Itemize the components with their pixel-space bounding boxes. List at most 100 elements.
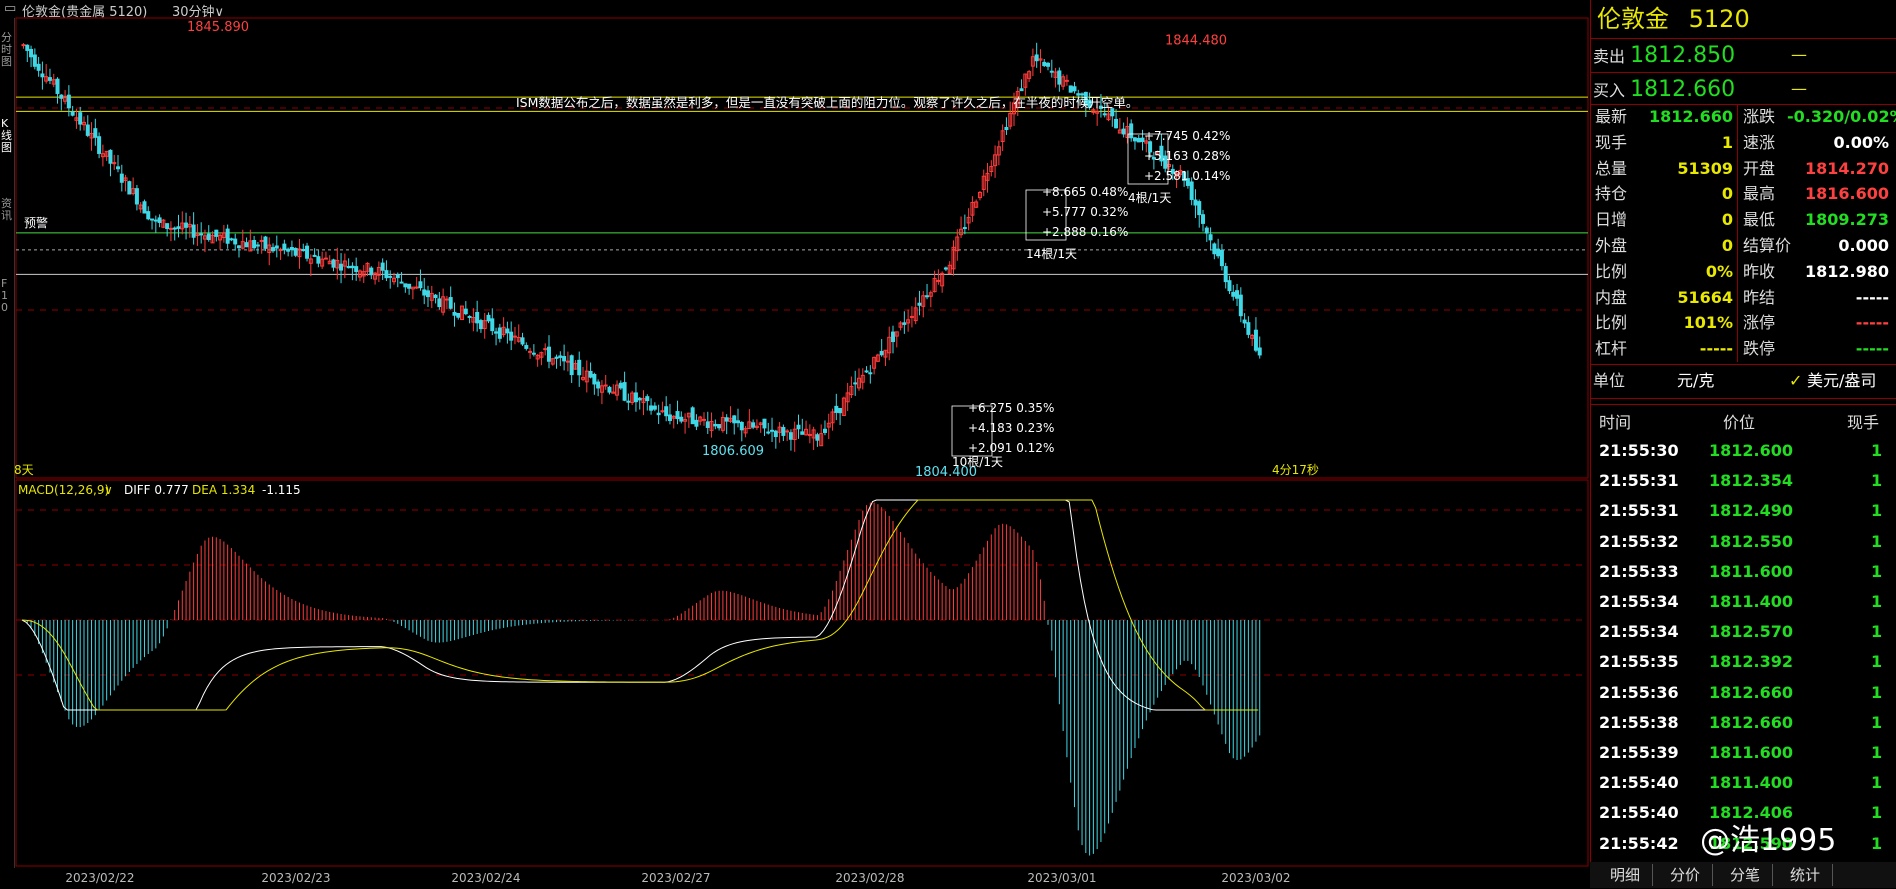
macd-value-label: -1.115 bbox=[262, 483, 301, 497]
tab-trades[interactable]: 分笔 bbox=[1718, 864, 1773, 886]
tick-row[interactable]: 21:55:32 1812.550 1 bbox=[1591, 527, 1896, 557]
measure-bars-label: 14根/1天 bbox=[1026, 247, 1077, 261]
candle-body bbox=[206, 233, 211, 240]
candle-body bbox=[70, 111, 75, 116]
candle-body bbox=[512, 335, 517, 338]
watermark-text: @浩1995 bbox=[1700, 823, 1837, 858]
tick-price: 1812.490 bbox=[1709, 501, 1794, 521]
candle-body bbox=[902, 322, 907, 325]
candle-body bbox=[407, 283, 412, 289]
stat-label: 现手 bbox=[1595, 132, 1628, 152]
candle-body bbox=[766, 431, 771, 434]
tick-row[interactable]: 21:55:35 1812.392 1 bbox=[1591, 647, 1896, 677]
candle-body bbox=[146, 211, 151, 220]
stat-label: 昨收 bbox=[1743, 261, 1776, 281]
candle-body bbox=[1121, 128, 1126, 135]
candle-body bbox=[25, 44, 30, 51]
candle-body bbox=[274, 245, 279, 249]
candle-body bbox=[1223, 266, 1228, 283]
stat-label: 内盘 bbox=[1595, 287, 1628, 307]
tick-row[interactable]: 21:55:30 1812.600 1 bbox=[1591, 436, 1896, 466]
unit-label: 单位 bbox=[1593, 371, 1626, 390]
candle-body bbox=[531, 352, 536, 355]
candle-body bbox=[255, 244, 260, 247]
candle-body bbox=[879, 350, 884, 356]
stat-value: 51309 bbox=[1677, 158, 1733, 178]
candle-body bbox=[191, 224, 196, 238]
tab-price-distribution[interactable]: 分价 bbox=[1658, 864, 1713, 886]
tick-row[interactable]: 21:55:31 1812.354 1 bbox=[1591, 466, 1896, 496]
candle-body bbox=[157, 217, 162, 223]
check-icon: ✓ bbox=[1789, 371, 1803, 390]
candle-body bbox=[558, 355, 563, 358]
candle-body bbox=[838, 407, 843, 414]
measure-value: +4.183 0.23% bbox=[968, 421, 1054, 435]
chart-annotation: ISM数据公布之后，数据虽然是利多，但是一直没有突破上面的阻力位。观察了许久之后… bbox=[516, 95, 1138, 110]
stat-label: 涨停 bbox=[1743, 313, 1776, 333]
candle-body bbox=[116, 166, 121, 170]
candle-body bbox=[448, 297, 453, 309]
candle-body bbox=[1197, 201, 1202, 216]
unit-alt-option[interactable]: 美元/盎司 bbox=[1807, 370, 1876, 392]
candle-body bbox=[1042, 61, 1047, 67]
candle-body bbox=[225, 228, 230, 244]
stat-label: 涨跌 bbox=[1743, 107, 1776, 126]
stat-value: ----- bbox=[1699, 339, 1733, 359]
candle-body bbox=[323, 257, 328, 260]
macd-panel bbox=[21, 499, 1261, 856]
macd-dea-line bbox=[21, 499, 1259, 711]
macd-diff-label: DIFF 0.777 bbox=[124, 483, 189, 497]
quote-panel: 伦敦金 5120 卖出 1812.850 — 买入 1812.660 — 最新 … bbox=[1590, 0, 1896, 888]
candle-body bbox=[781, 427, 786, 436]
stat-label: 最低 bbox=[1743, 210, 1776, 230]
candle-body bbox=[607, 386, 612, 393]
tick-row[interactable]: 21:55:40 1811.400 1 bbox=[1591, 768, 1896, 798]
tick-row[interactable]: 21:55:34 1812.570 1 bbox=[1591, 617, 1896, 647]
candle-body bbox=[815, 434, 820, 441]
candle-body bbox=[509, 331, 514, 341]
instrument-name: 伦敦金 bbox=[1597, 5, 1669, 33]
tick-row[interactable]: 21:55:34 1811.400 1 bbox=[1591, 587, 1896, 617]
candle-body bbox=[289, 247, 294, 251]
stat-label: 比例 bbox=[1595, 313, 1628, 333]
tick-row[interactable]: 21:55:38 1812.660 1 bbox=[1591, 708, 1896, 738]
x-tick-label: 2023/03/01 bbox=[1027, 871, 1096, 885]
tick-volume: 1 bbox=[1871, 803, 1883, 823]
stat-label: 开盘 bbox=[1743, 158, 1776, 178]
tick-time: 21:55:33 bbox=[1599, 561, 1679, 581]
candle-body bbox=[925, 295, 930, 298]
tick-price: 1811.600 bbox=[1709, 561, 1794, 581]
candle-body bbox=[93, 128, 98, 138]
ticks-header-time: 时间 bbox=[1599, 413, 1632, 432]
tab-detail[interactable]: 明细 bbox=[1598, 864, 1653, 886]
candle-body bbox=[244, 242, 249, 248]
candle-body bbox=[437, 298, 442, 308]
stat-value: 1809.273 bbox=[1804, 210, 1889, 230]
candle-body bbox=[788, 432, 793, 440]
tick-row[interactable]: 21:55:33 1811.600 1 bbox=[1591, 557, 1896, 587]
x-tick-label: 2023/02/24 bbox=[451, 871, 520, 885]
candle-body bbox=[259, 239, 264, 242]
candle-body bbox=[316, 256, 321, 264]
tab-statistics[interactable]: 统计 bbox=[1778, 864, 1833, 886]
candle-body bbox=[596, 381, 601, 389]
tick-row[interactable]: 21:55:31 1812.490 1 bbox=[1591, 496, 1896, 526]
candle-body bbox=[868, 372, 873, 375]
ask-price: 1812.850 bbox=[1630, 43, 1736, 68]
tick-row[interactable]: 21:55:39 1811.600 1 bbox=[1591, 738, 1896, 768]
candle-body bbox=[694, 419, 699, 427]
tick-price: 1812.550 bbox=[1709, 531, 1794, 551]
stat-label: 外盘 bbox=[1595, 236, 1628, 255]
candle-body bbox=[1204, 227, 1209, 234]
unit-value[interactable]: 元/克 bbox=[1677, 370, 1714, 392]
candle-body bbox=[214, 229, 219, 237]
macd-diff-line bbox=[21, 499, 1259, 711]
candle-body bbox=[705, 421, 710, 428]
bid-label: 买入 bbox=[1593, 81, 1626, 100]
tick-row[interactable]: 21:55:36 1812.660 1 bbox=[1591, 678, 1896, 708]
ask-volume: — bbox=[1791, 45, 1807, 64]
macd-title: MACD(12,26,9) bbox=[18, 483, 109, 497]
price-chart[interactable]: 1845.8901844.4801806.6091804.400ISM数据公布之… bbox=[0, 0, 1590, 888]
candle-body bbox=[59, 94, 64, 99]
candle-body bbox=[690, 407, 695, 425]
